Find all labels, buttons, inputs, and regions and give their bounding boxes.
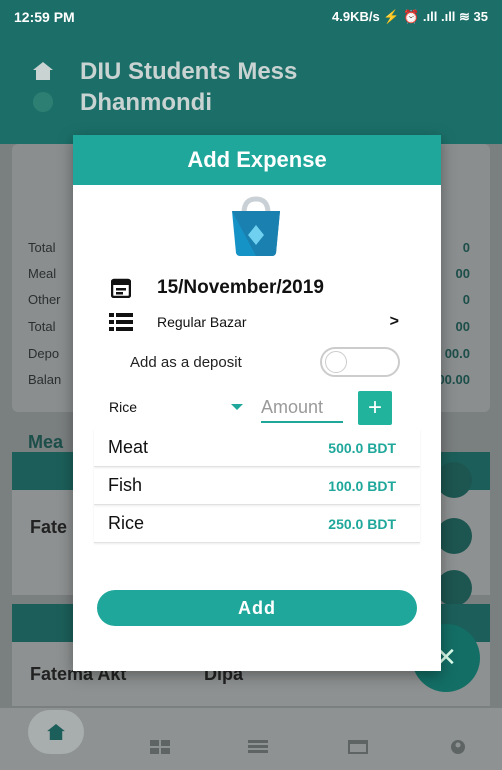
- profile-icon[interactable]: [448, 740, 468, 754]
- expense-amount: 100.0 BDT: [328, 477, 396, 494]
- toggle-knob: [325, 351, 347, 373]
- calendar-icon[interactable]: [348, 740, 368, 754]
- item-dropdown-value: Rice: [109, 399, 138, 415]
- home-icon: [47, 724, 65, 740]
- summary-value: 00.00: [437, 372, 470, 387]
- date-text: 15/November/2019: [157, 277, 324, 298]
- expense-row[interactable]: Rice 250.0 BDT: [94, 505, 420, 543]
- summary-value: 00: [455, 266, 470, 281]
- chevron-right-icon: >: [389, 313, 399, 330]
- summary-value: 0: [462, 240, 470, 255]
- expense-name: Rice: [108, 513, 145, 533]
- globe-icon: [33, 92, 53, 112]
- category-text: Regular Bazar: [157, 314, 247, 330]
- expense-amount: 250.0 BDT: [328, 515, 396, 532]
- expense-list: Meat 500.0 BDT Fish 100.0 BDT Rice 250.0…: [94, 429, 420, 543]
- mess-title-line2: Dhanmondi: [80, 89, 212, 116]
- item-input-row: Rice +: [109, 391, 409, 429]
- summary-label: Balan: [28, 372, 62, 387]
- summary-value: 00.0: [444, 346, 470, 361]
- expense-amount: 500.0 BDT: [328, 439, 396, 456]
- summary-label: Depo: [28, 346, 60, 361]
- expense-name: Fish: [108, 475, 143, 495]
- status-time: 12:59 PM: [14, 9, 75, 25]
- meal-section-heading: Mea: [28, 432, 64, 452]
- dialog-title: Add Expense: [73, 135, 441, 185]
- summary-value: 0: [462, 292, 470, 307]
- mess-title: DIU Students Mess Dhanmondi: [80, 56, 297, 118]
- item-dropdown[interactable]: Rice: [109, 399, 243, 415]
- list-icon: [109, 313, 133, 331]
- add-button[interactable]: Add: [97, 590, 417, 626]
- mess-title-line1: DIU Students Mess: [80, 58, 298, 85]
- summary-label: Other: [28, 292, 61, 307]
- dropdown-arrow-icon: [231, 404, 243, 410]
- expense-row[interactable]: Fish 100.0 BDT: [94, 467, 420, 505]
- list-icon[interactable]: [248, 740, 268, 754]
- status-indicators: 4.9KB/s ⚡ ⏰ .ıll .ıll ≋ 35: [332, 9, 488, 24]
- summary-label: Total: [28, 319, 56, 334]
- deposit-row: Add as a deposit: [130, 347, 400, 377]
- status-bar: 12:59 PM 4.9KB/s ⚡ ⏰ .ıll .ıll ≋ 35: [0, 0, 502, 34]
- member-action-icon[interactable]: [436, 462, 472, 498]
- home-icon: [33, 62, 53, 80]
- expense-row[interactable]: Meat 500.0 BDT: [94, 429, 420, 467]
- summary-value: 00: [455, 319, 470, 334]
- date-picker[interactable]: 15/November/2019: [111, 277, 324, 299]
- member-name: Fate: [30, 517, 68, 537]
- nav-home-button[interactable]: [28, 710, 84, 754]
- amount-input[interactable]: [261, 393, 343, 423]
- app-header: DIU Students Mess Dhanmondi: [0, 34, 502, 144]
- deposit-toggle[interactable]: [320, 347, 400, 377]
- category-selector[interactable]: Regular Bazar >: [109, 312, 399, 332]
- summary-label: Meal: [28, 266, 57, 281]
- add-expense-dialog: Add Expense 15/November/2019 Regular Baz…: [73, 135, 441, 671]
- calendar-icon: [111, 278, 131, 298]
- deposit-label: Add as a deposit: [130, 353, 242, 371]
- summary-label: Total: [28, 240, 56, 255]
- member-action-icon[interactable]: [436, 518, 472, 554]
- dashboard-icon[interactable]: [150, 740, 170, 754]
- expense-name: Meat: [108, 437, 149, 457]
- add-item-button[interactable]: +: [358, 391, 392, 425]
- shopping-bag-icon: [232, 196, 280, 256]
- member-action-icon[interactable]: [436, 570, 472, 606]
